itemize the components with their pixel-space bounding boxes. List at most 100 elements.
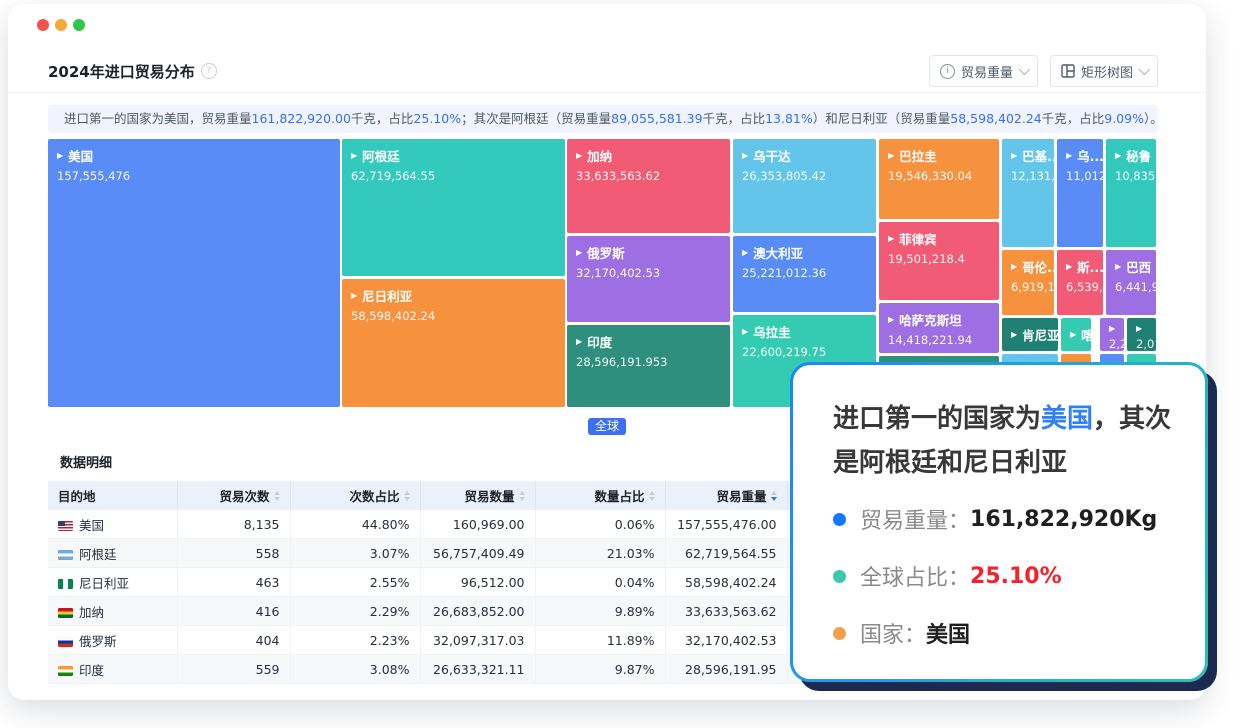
treemap-cell-value: 14,418,221.94: [888, 333, 999, 347]
sort-toggle[interactable]: [274, 491, 280, 501]
treemap-cell-name: 巴基...: [1022, 146, 1054, 165]
close-window-icon[interactable]: [37, 19, 49, 31]
treemap-cell-name: 巴拉圭: [899, 146, 937, 165]
drilldown-arrow-icon: ▶: [742, 152, 748, 160]
column-header-次数占比[interactable]: 次数占比: [290, 481, 420, 510]
treemap-cell-name: 喀: [1081, 325, 1091, 344]
value-cell: 44.80%: [290, 510, 420, 539]
treemap-cell-喀[interactable]: ▶喀: [1061, 318, 1091, 351]
summary-highlight: 89,055,581.39: [611, 111, 702, 126]
treemap-cell-label: ▶乌拉圭: [742, 322, 876, 341]
treemap-cell-label: ▶美国: [57, 146, 340, 165]
treemap-cell-阿根廷[interactable]: ▶阿根廷62,719,564.55: [342, 139, 565, 276]
treemap-cell-label: ▶阿根廷: [351, 146, 565, 165]
treemap-cell-加纳[interactable]: ▶加纳33,633,563.62: [567, 139, 730, 233]
treemap-cell-秘鲁[interactable]: ▶秘鲁10,835,...: [1106, 139, 1156, 247]
value-cell: 33,633,563.62: [665, 597, 787, 626]
destination-cell: 加纳: [48, 597, 177, 626]
column-header-label: 数量占比: [594, 486, 644, 505]
destination-cell: 尼日利亚: [48, 568, 177, 597]
treemap-cell-哥伦...[interactable]: ▶哥伦...6,919,1...: [1002, 250, 1054, 315]
treemap-cell-name: 肯尼亚: [1022, 325, 1058, 344]
summary-text: 进口第一的国家为美国，贸易重量161,822,920.00千克，占比25.10%…: [48, 105, 1158, 133]
insight-title-highlight: 美国: [1041, 404, 1093, 434]
chart-type-select-label: 矩形树图: [1081, 62, 1133, 81]
summary-segment: 进口第一的国家为美国，贸易重量: [64, 111, 252, 126]
treemap-cell[interactable]: ▶2,0: [1127, 318, 1156, 351]
minimize-window-icon[interactable]: [55, 19, 67, 31]
treemap-cell-巴基...[interactable]: ▶巴基...12,131,5...: [1002, 139, 1054, 247]
drilldown-arrow-icon: ▶: [1066, 152, 1072, 160]
chart-type-select-button[interactable]: 矩形树图: [1050, 55, 1158, 87]
treemap-cell-澳大利亚[interactable]: ▶澳大利亚25,221,012.36: [733, 236, 876, 312]
column-header-数量占比[interactable]: 数量占比: [535, 481, 665, 510]
treemap-cell-哈萨克斯坦[interactable]: ▶哈萨克斯坦14,418,221.94: [879, 303, 999, 353]
sort-asc-icon: [404, 491, 410, 495]
summary-highlight: 58,598,402.24: [950, 111, 1041, 126]
insight-item-value: 161,822,920Kg: [970, 507, 1157, 532]
treemap-cell-美国[interactable]: ▶美国157,555,476: [48, 139, 340, 407]
value-cell: 3.07%: [290, 539, 420, 568]
value-cell: 32,097,317.03: [420, 626, 535, 655]
treemap-cell[interactable]: ▶2,2: [1100, 318, 1124, 351]
treemap-cell-乌干达[interactable]: ▶乌干达26,353,805.42: [733, 139, 876, 233]
treemap-cell-name: 斯...: [1077, 257, 1103, 276]
value-cell: 2.55%: [290, 568, 420, 597]
sort-toggle[interactable]: [519, 491, 525, 501]
column-header-贸易重量[interactable]: 贸易重量: [665, 481, 787, 510]
treemap-cell-name: 尼日利亚: [362, 286, 412, 305]
destination-name: 美国: [79, 518, 104, 533]
sort-asc-icon: [771, 491, 777, 495]
treemap-cell-name: 乌...: [1077, 146, 1103, 165]
treemap-cell-斯...[interactable]: ▶斯...6,539,0...: [1057, 250, 1103, 315]
treemap-cell-俄罗斯[interactable]: ▶俄罗斯32,170,402.53: [567, 236, 730, 322]
column-header-label: 贸易数量: [464, 486, 514, 505]
treemap-cell-value: 19,546,330.04: [888, 169, 999, 183]
root-node-badge[interactable]: 全球: [588, 418, 626, 435]
treemap-cell-label: ▶ 乌...: [1066, 146, 1103, 165]
destination-name: 阿根廷: [79, 547, 117, 562]
drilldown-arrow-icon: ▶: [888, 152, 894, 160]
column-header-label: 目的地: [58, 486, 96, 505]
info-icon[interactable]: ?: [201, 63, 217, 79]
page-title: 2024年进口贸易分布: [48, 61, 195, 82]
summary-segment: 千克，占比: [703, 111, 766, 126]
sort-toggle[interactable]: [649, 491, 655, 501]
fullscreen-window-icon[interactable]: [73, 19, 85, 31]
treemap-cell-巴拉圭[interactable]: ▶ 巴拉圭 19,546,330.04: [879, 139, 999, 219]
treemap-cell-乌...[interactable]: ▶乌...11,012,...: [1057, 139, 1103, 247]
insight-item: 全球占比：25.10%: [833, 560, 1175, 592]
summary-segment: 千克，占比: [351, 111, 414, 126]
value-cell: 28,596,191.95: [665, 655, 787, 684]
drilldown-arrow-icon: ▶: [351, 152, 357, 160]
treemap-cell-value: 32,170,402.53: [576, 266, 730, 280]
value-cell: 463: [177, 568, 290, 597]
drilldown-arrow-icon: ▶: [1070, 331, 1076, 339]
treemap-cell-尼日利亚[interactable]: ▶尼日利亚58,598,402.24: [342, 279, 565, 407]
sort-toggle[interactable]: [771, 491, 777, 501]
treemap-cell-label: ▶尼日利亚: [351, 286, 565, 305]
value-cell: 9.89%: [535, 597, 665, 626]
value-cell: 559: [177, 655, 290, 684]
metric-select-button[interactable]: i 贸易重量: [929, 55, 1038, 87]
treemap-cell-name: 澳大利亚: [753, 243, 803, 262]
treemap-cell-value: 6,539,0...: [1066, 280, 1103, 294]
treemap-cell-name: 哈萨克斯坦: [899, 310, 962, 329]
column-header-贸易次数[interactable]: 贸易次数: [177, 481, 290, 510]
sort-toggle[interactable]: [404, 491, 410, 501]
destination-cell: 美国: [48, 510, 177, 539]
treemap-cell-菲律宾[interactable]: ▶菲律宾19,501,218.4: [879, 222, 999, 300]
treemap-cell-肯尼亚[interactable]: ▶肯尼亚: [1002, 318, 1058, 351]
value-cell: 26,633,321.11: [420, 655, 535, 684]
insight-item: 国家：美国: [833, 617, 1175, 649]
treemap-icon: [1061, 64, 1075, 78]
column-header-贸易数量[interactable]: 贸易数量: [420, 481, 535, 510]
treemap-cell-label: ▶: [1136, 325, 1156, 333]
treemap-cell-name: 乌干达: [753, 146, 791, 165]
treemap-cell-印度[interactable]: ▶印度28,596,191.953: [567, 325, 730, 407]
treemap-cell-巴西[interactable]: ▶巴西6,441,9...: [1106, 250, 1156, 315]
treemap-cell-name: 秘鲁: [1126, 146, 1151, 165]
summary-segment: ）。: [1144, 111, 1158, 126]
treemap-cell-value: 6,919,1...: [1011, 280, 1054, 294]
column-header-label: 贸易重量: [716, 486, 766, 505]
